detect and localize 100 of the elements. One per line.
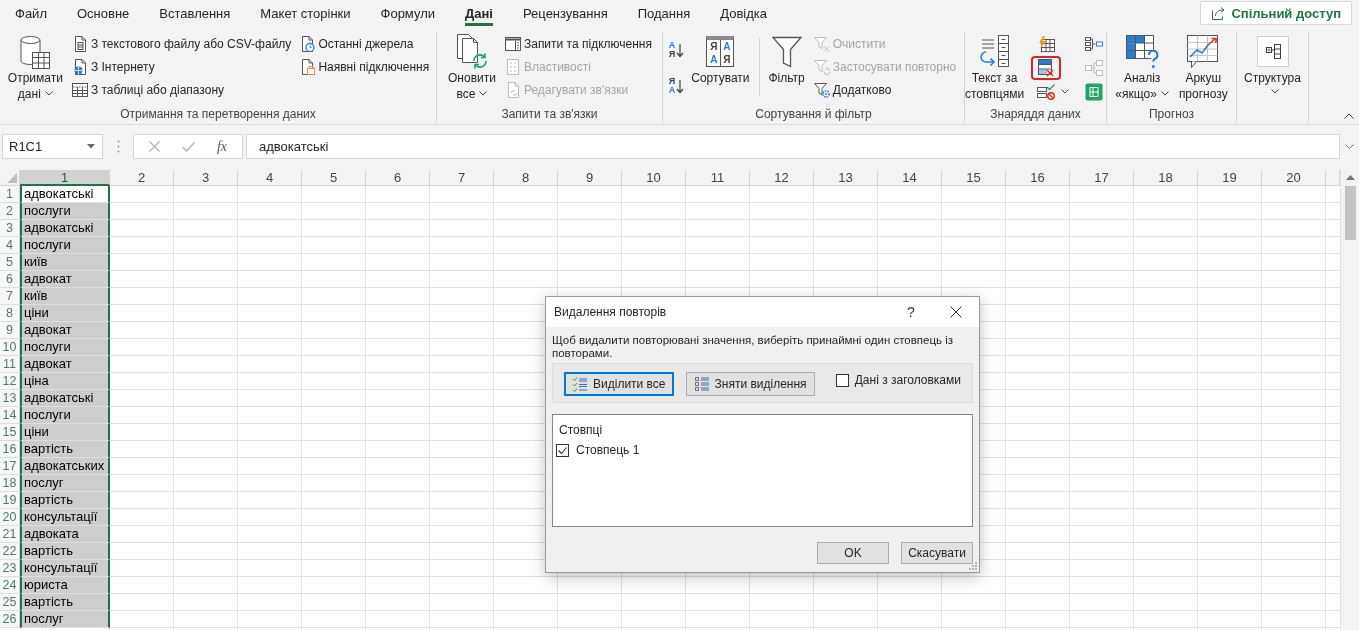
sort-button[interactable]: Я А А Я Сортувати (688, 32, 753, 86)
column-header[interactable]: 11 (686, 170, 750, 186)
row-header[interactable]: 21 (0, 526, 20, 543)
ribbon-button[interactable]: Оновити все (445, 32, 499, 102)
column-header[interactable]: 2 (110, 170, 174, 186)
list-item[interactable]: Стовпець 1 (556, 443, 640, 457)
ribbon-tab[interactable]: Рецензування (508, 0, 623, 27)
row-header[interactable]: 19 (0, 492, 20, 509)
expand-formula-button[interactable] (1345, 144, 1354, 149)
row-header[interactable]: 26 (0, 611, 20, 628)
ribbon-button[interactable]: Текст за стовпцями (961, 32, 1028, 102)
row-header[interactable]: 3 (0, 220, 20, 237)
ribbon-tab[interactable]: Довідка (705, 0, 783, 27)
row-header[interactable]: 2 (0, 203, 20, 220)
column-header[interactable]: 9 (558, 170, 622, 186)
column-header[interactable]: 20 (1262, 170, 1326, 186)
ribbon-button[interactable]: Структура (1241, 32, 1304, 96)
ribbon-command[interactable]: Запити та підключення (502, 32, 654, 55)
table-icon (71, 81, 88, 98)
column-header[interactable]: 6 (366, 170, 430, 186)
table-cell: консультації (20, 560, 110, 577)
name-box[interactable]: R1C1 (2, 134, 103, 159)
ribbon-tab[interactable]: Вставлення (144, 0, 246, 27)
row-header[interactable]: 20 (0, 509, 20, 526)
formula-field[interactable]: адвокатські (246, 134, 1340, 159)
row-header[interactable]: 23 (0, 560, 20, 577)
select-all-button[interactable]: Виділити все (564, 372, 674, 396)
row-header[interactable]: 15 (0, 424, 20, 441)
columns-list[interactable]: Стовпці Стовпець 1 (552, 414, 973, 527)
column-header[interactable]: 16 (1006, 170, 1070, 186)
help-button[interactable]: ? (899, 304, 923, 320)
column-header[interactable]: 8 (494, 170, 558, 186)
ribbon-tab[interactable]: Основне (61, 0, 145, 27)
row-header[interactable]: 22 (0, 543, 20, 560)
cancel-entry-button[interactable] (148, 141, 160, 152)
sort-order-button[interactable]: А Я (668, 41, 685, 59)
share-button[interactable]: Спільний доступ (1200, 1, 1352, 25)
row-header[interactable]: 6 (0, 271, 20, 288)
column-header[interactable]: 18 (1134, 170, 1198, 186)
ribbon-command[interactable]: З таблиці або діапазону (69, 78, 294, 101)
row-header[interactable]: 14 (0, 407, 20, 424)
column-header[interactable]: 15 (942, 170, 1006, 186)
row-header[interactable]: 7 (0, 288, 20, 305)
ribbon-command[interactable]: З текстового файлу або CSV-файлу (69, 32, 294, 55)
collapse-ribbon-button[interactable] (1344, 113, 1354, 119)
row-header[interactable]: 9 (0, 322, 20, 339)
confirm-entry-button[interactable] (181, 141, 195, 152)
ribbon-tab[interactable]: Подання (622, 0, 706, 27)
table-question-icon (1125, 34, 1159, 69)
checkbox-icon[interactable] (556, 443, 569, 457)
column-header[interactable]: 17 (1070, 170, 1134, 186)
cancel-button[interactable]: Скасувати (901, 542, 973, 564)
column-header[interactable]: 7 (430, 170, 494, 186)
row-header[interactable]: 13 (0, 390, 20, 407)
row-header[interactable]: 8 (0, 305, 20, 322)
row-header[interactable]: 17 (0, 458, 20, 475)
row-header[interactable]: 10 (0, 339, 20, 356)
column-header[interactable]: 1 (20, 170, 110, 186)
column-header[interactable]: 4 (238, 170, 302, 186)
table-cell: послуг (20, 611, 110, 628)
column-header[interactable]: 12 (750, 170, 814, 186)
column-header[interactable]: 5 (302, 170, 366, 186)
ribbon-tab[interactable]: Дані (450, 0, 508, 27)
ribbon-command[interactable]: З Інтернету (69, 55, 294, 78)
column-header[interactable]: 10 (622, 170, 686, 186)
ribbon-button[interactable]: Отримати дані (4, 32, 66, 102)
ribbon-command[interactable]: Додатково (811, 78, 959, 101)
ribbon-icon-button[interactable] (1031, 56, 1062, 80)
scrollbar-thumb[interactable] (1344, 186, 1356, 240)
row-header[interactable]: 25 (0, 594, 20, 611)
ribbon-command[interactable]: Останні джерела (297, 32, 432, 55)
row-header[interactable]: 16 (0, 441, 20, 458)
insert-function-button[interactable]: fx (216, 138, 227, 155)
scroll-up-icon (1345, 175, 1355, 180)
ribbon-tab[interactable]: Файл (0, 0, 62, 27)
ribbon-button[interactable]: Фільтр (765, 32, 808, 86)
ribbon-button[interactable]: Аркуш прогнозу (1175, 32, 1231, 102)
row-header[interactable]: 1 (0, 186, 20, 203)
row-header[interactable]: 5 (0, 254, 20, 271)
dialog-title: Видалення повторів (554, 305, 667, 319)
row-header[interactable]: 12 (0, 373, 20, 390)
unselect-all-button[interactable]: Зняти виділення (685, 372, 815, 396)
row-header[interactable]: 4 (0, 237, 20, 254)
row-header[interactable]: 11 (0, 356, 20, 373)
merge-boxes-icon (1085, 37, 1104, 51)
sort-order-button[interactable]: Я А (668, 77, 685, 95)
row-header[interactable]: 18 (0, 475, 20, 492)
row-header[interactable]: 24 (0, 577, 20, 594)
ok-button[interactable]: OK (817, 542, 889, 564)
column-header[interactable]: 19 (1198, 170, 1262, 186)
ribbon-command[interactable]: Наявні підключення (297, 55, 432, 78)
column-header[interactable]: 3 (174, 170, 238, 186)
column-header[interactable]: 14 (878, 170, 942, 186)
ribbon-tab[interactable]: Макет сторінки (245, 0, 366, 27)
headers-checkbox[interactable]: Дані з заголовками (835, 373, 961, 387)
list-icon (693, 376, 710, 392)
checkbox-icon[interactable] (835, 373, 849, 387)
ribbon-tab[interactable]: Формули (365, 0, 451, 27)
ribbon-button[interactable]: Аналіз «якщо» (1112, 32, 1172, 102)
column-header[interactable]: 13 (814, 170, 878, 186)
